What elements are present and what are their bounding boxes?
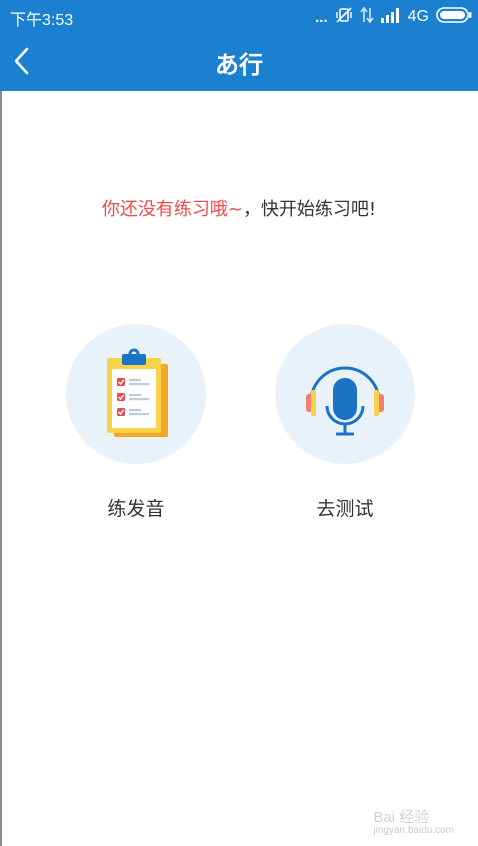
practice-label: 练发音 bbox=[107, 498, 165, 520]
test-label: 去测试 bbox=[316, 498, 374, 520]
watermark-main: Bai 经验 bbox=[373, 809, 430, 826]
nav-bar: あ行 bbox=[0, 32, 478, 91]
test-icon-circle bbox=[275, 324, 415, 464]
page-title: あ行 bbox=[215, 51, 263, 79]
empty-state-message: 你还没有练习哦~，快开始练习吧! bbox=[0, 195, 478, 221]
data-transfer-icon bbox=[360, 6, 374, 28]
take-test-button[interactable]: 去测试 bbox=[275, 324, 415, 521]
watermark-sub: jingyan.baidu.com bbox=[373, 825, 454, 836]
status-time: 下午3:53 bbox=[10, 12, 74, 29]
watermark: Bai 经验 jingyan.baidu.com bbox=[373, 806, 454, 836]
empty-state-highlight: 你还没有练习哦~ bbox=[101, 199, 243, 220]
battery-icon bbox=[436, 7, 472, 27]
signal-icon bbox=[380, 7, 401, 27]
status-dots: ... bbox=[315, 8, 328, 26]
empty-state-rest: ，快开始练习吧! bbox=[242, 199, 377, 220]
practice-pronunciation-button[interactable]: 练发音 bbox=[66, 324, 206, 521]
network-type: 4G bbox=[407, 8, 429, 25]
practice-icon-circle bbox=[66, 324, 206, 464]
status-indicators: ... 4G bbox=[315, 6, 472, 28]
vibrate-off-icon bbox=[335, 6, 353, 28]
status-bar: 下午3:53 ... 4G bbox=[0, 0, 478, 32]
